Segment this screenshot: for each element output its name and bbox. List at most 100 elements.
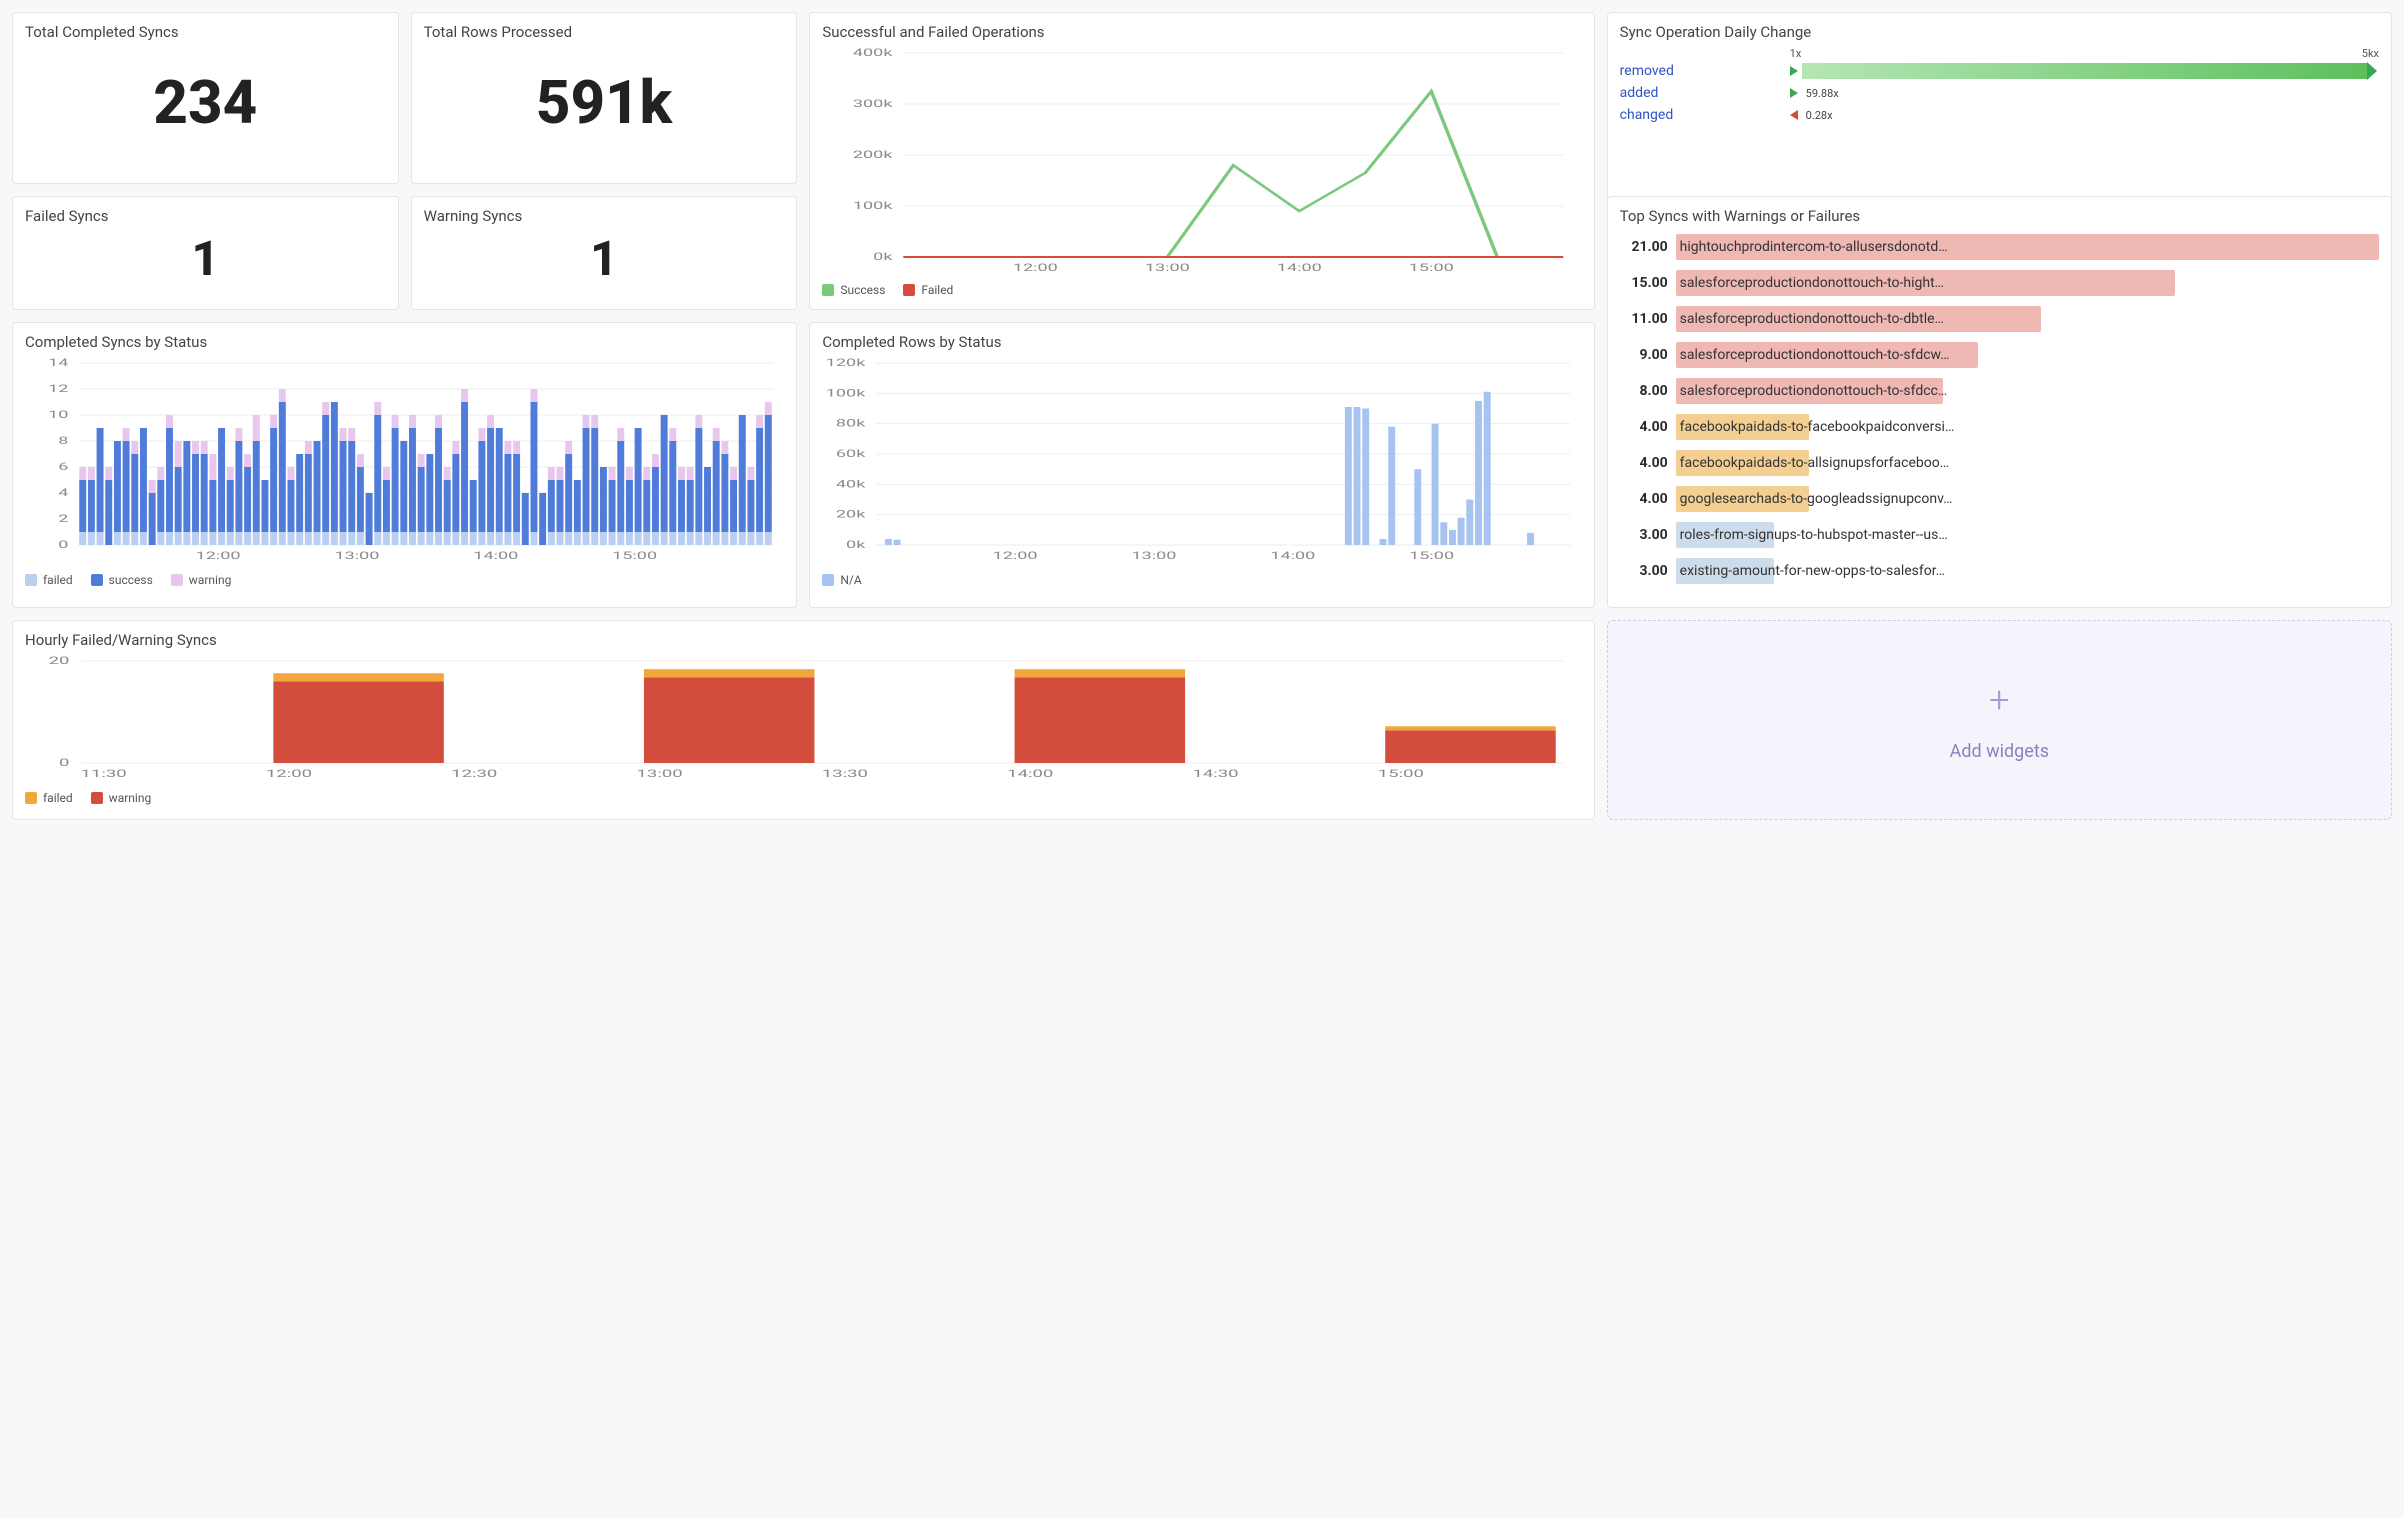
change-row[interactable]: changed 0.28x bbox=[1620, 104, 2379, 126]
top-sync-value: 3.00 bbox=[1620, 527, 1668, 543]
top-sync-value: 8.00 bbox=[1620, 383, 1668, 399]
svg-text:14: 14 bbox=[48, 357, 68, 369]
svg-text:12:00: 12:00 bbox=[196, 549, 241, 561]
bar-chart: 02011:3012:0012:3013:0013:3014:0014:3015… bbox=[25, 655, 1582, 785]
legend-label: failed bbox=[43, 573, 73, 587]
top-syncs-list: 21.00hightouchprodintercom-to-allusersdo… bbox=[1620, 231, 2379, 587]
legend-item[interactable]: success bbox=[91, 573, 153, 587]
svg-text:11:30: 11:30 bbox=[81, 768, 127, 780]
widget-title: Top Syncs with Warnings or Failures bbox=[1620, 207, 2379, 225]
top-sync-row[interactable]: 4.00facebookpaidads-to-facebookpaidconve… bbox=[1620, 411, 2379, 443]
svg-text:15:00: 15:00 bbox=[612, 549, 657, 561]
top-sync-row[interactable]: 8.00salesforceproductiondonottouch-to-sf… bbox=[1620, 375, 2379, 407]
chart-legend: N/A bbox=[822, 573, 1581, 587]
svg-text:8: 8 bbox=[58, 434, 68, 446]
up-arrow-icon bbox=[1790, 66, 1798, 76]
change-label: changed bbox=[1620, 107, 1790, 123]
top-sync-label: salesforceproductiondonottouch-to-sfdcw… bbox=[1676, 347, 1950, 363]
widget-total-rows-processed[interactable]: Total Rows Processed 591k bbox=[411, 12, 798, 184]
top-sync-row[interactable]: 3.00existing-amount-for-new-opps-to-sale… bbox=[1620, 555, 2379, 587]
legend-label: warning bbox=[189, 573, 232, 587]
legend-item[interactable]: failed bbox=[25, 573, 73, 587]
top-sync-label: salesforceproductiondonottouch-to-dbtle… bbox=[1676, 311, 1944, 327]
svg-text:60k: 60k bbox=[836, 447, 866, 459]
top-sync-row[interactable]: 9.00salesforceproductiondonottouch-to-sf… bbox=[1620, 339, 2379, 371]
svg-text:0k: 0k bbox=[874, 250, 894, 262]
add-widgets-label: Add widgets bbox=[1950, 741, 2049, 762]
bar-chart: 0246810121412:0013:0014:0015:00 bbox=[25, 357, 784, 567]
svg-text:12:30: 12:30 bbox=[451, 768, 497, 780]
svg-text:13:30: 13:30 bbox=[822, 768, 868, 780]
top-sync-row[interactable]: 4.00facebookpaidads-to-allsignupsforface… bbox=[1620, 447, 2379, 479]
widget-title: Sync Operation Daily Change bbox=[1620, 23, 2379, 41]
legend-swatch bbox=[822, 284, 834, 296]
svg-text:13:00: 13:00 bbox=[1145, 261, 1190, 273]
svg-text:20k: 20k bbox=[836, 508, 866, 520]
legend-item[interactable]: failed bbox=[25, 791, 73, 805]
widget-title: Completed Syncs by Status bbox=[25, 333, 784, 351]
top-sync-label: googlesearchads-to-googleadssignupconv… bbox=[1676, 491, 1953, 507]
top-sync-row[interactable]: 15.00salesforceproductiondonottouch-to-h… bbox=[1620, 267, 2379, 299]
svg-text:200k: 200k bbox=[853, 148, 893, 160]
top-sync-label: facebookpaidads-to-allsignupsforfaceboo… bbox=[1676, 455, 1949, 471]
add-widgets-button[interactable]: + Add widgets bbox=[1607, 620, 2392, 820]
svg-text:14:00: 14:00 bbox=[1007, 768, 1053, 780]
legend-swatch bbox=[171, 574, 183, 586]
top-sync-value: 11.00 bbox=[1620, 311, 1668, 327]
widget-successful-failed-operations[interactable]: Successful and Failed Operations 0k100k2… bbox=[809, 12, 1594, 310]
change-row[interactable]: removed bbox=[1620, 60, 2379, 82]
svg-text:15:00: 15:00 bbox=[1409, 261, 1454, 273]
widget-hourly-failed-warning-syncs[interactable]: Hourly Failed/Warning Syncs 0 20 11:30 12:0… bbox=[12, 620, 1595, 820]
legend-swatch bbox=[903, 284, 915, 296]
legend-item[interactable]: N/A bbox=[822, 573, 861, 587]
change-value: 0.28x bbox=[1806, 109, 1833, 122]
widget-total-completed-syncs[interactable]: Total Completed Syncs 234 bbox=[12, 12, 399, 184]
svg-text:12:00: 12:00 bbox=[266, 768, 312, 780]
svg-text:2: 2 bbox=[58, 512, 68, 524]
svg-text:40k: 40k bbox=[836, 478, 866, 490]
change-value: 59.88x bbox=[1806, 87, 1839, 100]
svg-text:13:00: 13:00 bbox=[637, 768, 683, 780]
top-sync-row[interactable]: 11.00 salesforceproductiondonottouch-to-d… bbox=[1620, 303, 2379, 335]
widget-top-syncs-warnings-failures[interactable]: Top Syncs with Warnings or Failures 21.0… bbox=[1607, 196, 2392, 608]
svg-text:12:00: 12:00 bbox=[993, 549, 1038, 561]
change-row[interactable]: added 59.88x bbox=[1620, 82, 2379, 104]
legend-item[interactable]: warning bbox=[91, 791, 152, 805]
top-sync-row[interactable]: 4.00googlesearchads-to-googleadssignupco… bbox=[1620, 483, 2379, 515]
top-sync-value: 4.00 bbox=[1620, 419, 1668, 435]
legend-label: Success bbox=[840, 283, 885, 297]
bar-chart: 0k20k40k60k80k100k120k12:0013:0014:0015:… bbox=[822, 357, 1581, 567]
metric-value: 234 bbox=[25, 47, 386, 159]
top-sync-row[interactable]: 21.00hightouchprodintercom-to-allusersdo… bbox=[1620, 231, 2379, 263]
legend-swatch bbox=[25, 792, 37, 804]
widget-completed-syncs-by-status[interactable]: Completed Syncs by Status 0246810121412:… bbox=[12, 322, 797, 608]
dashboard-grid: Total Completed Syncs 234 Total Rows Pro… bbox=[12, 12, 2392, 820]
metric-value: 591k bbox=[424, 47, 785, 159]
svg-text:20: 20 bbox=[49, 655, 70, 667]
top-sync-value: 21.00 bbox=[1620, 239, 1668, 255]
svg-text:300k: 300k bbox=[853, 97, 893, 109]
legend-label: failed bbox=[43, 791, 73, 805]
change-bar bbox=[1802, 63, 2379, 79]
chart-legend: Success Failed bbox=[822, 283, 1581, 297]
legend-item[interactable]: warning bbox=[171, 573, 232, 587]
widget-title: Hourly Failed/Warning Syncs bbox=[25, 631, 1582, 649]
svg-text:15:00: 15:00 bbox=[1378, 768, 1424, 780]
legend-item[interactable]: Success bbox=[822, 283, 885, 297]
top-sync-row[interactable]: 3.00roles-from-signups-to-hubspot-master… bbox=[1620, 519, 2379, 551]
top-sync-value: 3.00 bbox=[1620, 563, 1668, 579]
widget-title: Total Rows Processed bbox=[424, 23, 785, 41]
widget-title: Completed Rows by Status bbox=[822, 333, 1581, 351]
line-chart: 0k100k200k300k400k12:0013:0014:0015:00 bbox=[822, 47, 1581, 277]
widget-failed-syncs[interactable]: Failed Syncs 1 bbox=[12, 196, 399, 310]
legend-item[interactable]: Failed bbox=[903, 283, 953, 297]
widget-completed-rows-by-status[interactable]: Completed Rows by Status 0k20k40k60k80k1… bbox=[809, 322, 1594, 608]
metric-value: 1 bbox=[25, 231, 386, 285]
chart-legend: failed success warning bbox=[25, 573, 784, 587]
svg-text:100k: 100k bbox=[853, 199, 893, 211]
svg-text:6: 6 bbox=[58, 460, 68, 472]
change-label: removed bbox=[1620, 63, 1790, 79]
change-label: added bbox=[1620, 85, 1790, 101]
widget-warning-syncs[interactable]: Warning Syncs 1 bbox=[411, 196, 798, 310]
svg-text:0: 0 bbox=[59, 757, 69, 769]
